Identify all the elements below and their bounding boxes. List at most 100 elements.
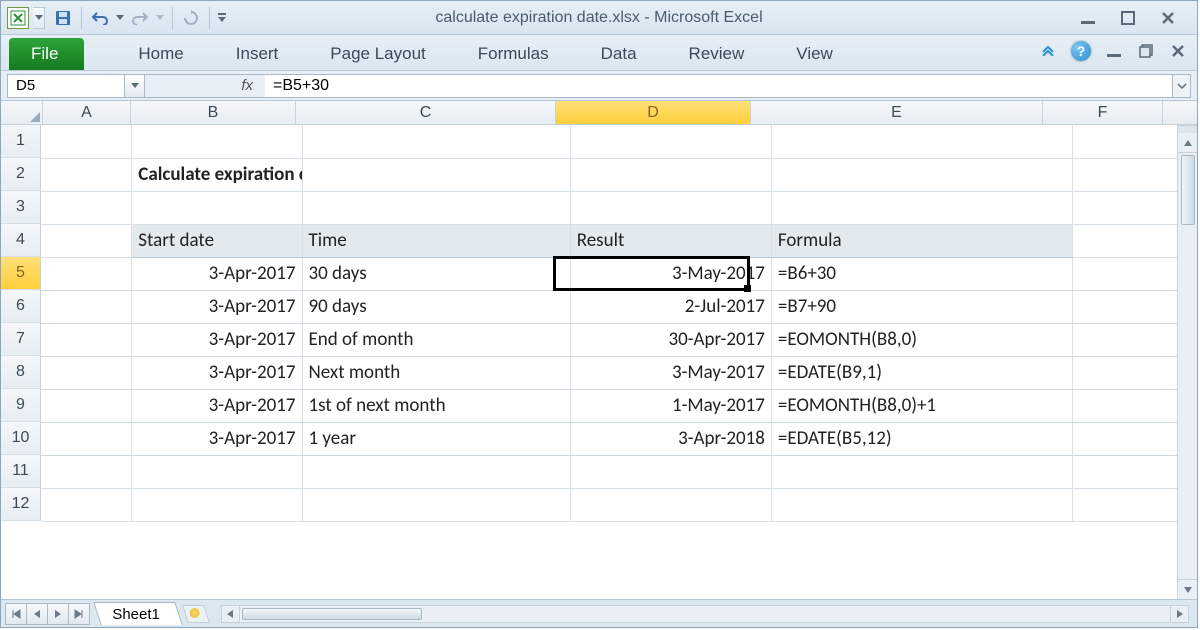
- new-sheet-icon[interactable]: [182, 605, 210, 623]
- undo-dropdown-icon[interactable]: [114, 6, 126, 30]
- undo-icon[interactable]: [88, 6, 112, 30]
- minimize-icon[interactable]: [1079, 9, 1097, 27]
- cell-D7[interactable]: 30-Apr-2017: [570, 323, 771, 356]
- cell-A4[interactable]: [41, 224, 132, 257]
- fx-icon[interactable]: fx: [241, 77, 253, 94]
- cell-D2[interactable]: [570, 158, 771, 191]
- cell-B2[interactable]: Calculate expiration date: [132, 158, 302, 191]
- column-header-e[interactable]: E: [751, 101, 1043, 124]
- cell-D9[interactable]: 1-May-2017: [570, 389, 771, 422]
- cell-D12[interactable]: [570, 488, 771, 521]
- cell-A3[interactable]: [41, 191, 132, 224]
- sheet-nav-next-icon[interactable]: [47, 603, 69, 625]
- column-header-c[interactable]: C: [296, 101, 556, 124]
- horizontal-scroll-thumb[interactable]: [242, 608, 422, 620]
- close-icon[interactable]: [1159, 9, 1177, 27]
- scroll-up-icon[interactable]: [1178, 133, 1197, 153]
- column-header-d[interactable]: D: [556, 101, 751, 124]
- save-icon[interactable]: [51, 6, 75, 30]
- cell-B5[interactable]: 3-Apr-2017: [132, 257, 302, 290]
- tab-insert[interactable]: Insert: [210, 38, 305, 70]
- cell-B8[interactable]: 3-Apr-2017: [132, 356, 302, 389]
- sheet-nav-last-icon[interactable]: [68, 603, 90, 625]
- formula-input[interactable]: =B5+30: [265, 74, 1173, 98]
- select-all-corner[interactable]: [1, 101, 43, 124]
- formula-bar-expand-icon[interactable]: [1173, 74, 1191, 98]
- cell-A6[interactable]: [41, 290, 132, 323]
- cell-B10[interactable]: 3-Apr-2017: [132, 422, 302, 455]
- cell-C7[interactable]: End of month: [302, 323, 570, 356]
- workbook-minimize-icon[interactable]: [1105, 42, 1123, 60]
- scroll-right-icon[interactable]: [1170, 606, 1188, 622]
- maximize-icon[interactable]: [1119, 9, 1137, 27]
- cell-B6[interactable]: 3-Apr-2017: [132, 290, 302, 323]
- sheet-nav-prev-icon[interactable]: [26, 603, 48, 625]
- cell-E10[interactable]: =EDATE(B5,12): [771, 422, 1072, 455]
- column-header-f[interactable]: F: [1043, 101, 1163, 124]
- cell-D6[interactable]: 2-Jul-2017: [570, 290, 771, 323]
- row-header-10[interactable]: 10: [1, 422, 41, 455]
- row-header-1[interactable]: 1: [1, 125, 41, 158]
- cell-C9[interactable]: 1st of next month: [302, 389, 570, 422]
- sheet-nav-first-icon[interactable]: [5, 603, 27, 625]
- vertical-scroll-thumb[interactable]: [1181, 155, 1195, 225]
- qat-customize-icon[interactable]: [216, 6, 228, 30]
- vertical-scrollbar[interactable]: [1177, 125, 1197, 599]
- row-header-4[interactable]: 4: [1, 224, 41, 257]
- row-header-6[interactable]: 6: [1, 290, 41, 323]
- column-header-a[interactable]: A: [43, 101, 131, 124]
- tab-home[interactable]: Home: [112, 38, 209, 70]
- cell-D10[interactable]: 3-Apr-2018: [570, 422, 771, 455]
- cell-A10[interactable]: [41, 422, 132, 455]
- cell-B12[interactable]: [132, 488, 302, 521]
- cell-C2[interactable]: [302, 158, 570, 191]
- file-tab[interactable]: File: [9, 38, 84, 70]
- name-box[interactable]: D5: [7, 74, 125, 98]
- cell-E11[interactable]: [771, 455, 1072, 488]
- cell-E1[interactable]: [771, 125, 1072, 158]
- row-header-5[interactable]: 5: [1, 257, 41, 290]
- cell-B1[interactable]: [132, 125, 302, 158]
- column-header-b[interactable]: B: [131, 101, 296, 124]
- cell-E6[interactable]: =B7+90: [771, 290, 1072, 323]
- cell-E5[interactable]: =B6+30: [771, 257, 1072, 290]
- cell-E7[interactable]: =EOMONTH(B8,0): [771, 323, 1072, 356]
- row-header-8[interactable]: 8: [1, 356, 41, 389]
- help-icon[interactable]: ?: [1071, 41, 1091, 61]
- app-menu-dropdown[interactable]: [33, 7, 45, 29]
- cell-C3[interactable]: [302, 191, 570, 224]
- cells-area[interactable]: Calculate expiration dateStart dateTimeR…: [41, 125, 1197, 599]
- redo-dropdown-icon[interactable]: [154, 6, 166, 30]
- redo-icon[interactable]: [128, 6, 152, 30]
- row-header-9[interactable]: 9: [1, 389, 41, 422]
- tab-review[interactable]: Review: [663, 38, 771, 70]
- cell-C8[interactable]: Next month: [302, 356, 570, 389]
- horizontal-scrollbar[interactable]: [221, 605, 1189, 623]
- excel-app-icon[interactable]: [7, 7, 29, 29]
- name-box-dropdown-icon[interactable]: [125, 74, 145, 98]
- cell-E12[interactable]: [771, 488, 1072, 521]
- row-header-12[interactable]: 12: [1, 488, 41, 521]
- cell-D3[interactable]: [570, 191, 771, 224]
- cell-A1[interactable]: [41, 125, 132, 158]
- row-header-2[interactable]: 2: [1, 158, 41, 191]
- cell-A5[interactable]: [41, 257, 132, 290]
- sheet-tab-sheet1[interactable]: Sheet1: [93, 602, 182, 625]
- cell-E4[interactable]: Formula: [771, 224, 1072, 257]
- scroll-left-icon[interactable]: [222, 606, 240, 622]
- cell-E3[interactable]: [771, 191, 1072, 224]
- tab-data[interactable]: Data: [575, 38, 663, 70]
- cell-B3[interactable]: [132, 191, 302, 224]
- cell-C1[interactable]: [302, 125, 570, 158]
- cell-D4[interactable]: Result: [570, 224, 771, 257]
- cell-C5[interactable]: 30 days: [302, 257, 570, 290]
- cell-E9[interactable]: =EOMONTH(B8,0)+1: [771, 389, 1072, 422]
- row-header-7[interactable]: 7: [1, 323, 41, 356]
- cell-C11[interactable]: [302, 455, 570, 488]
- tab-view[interactable]: View: [770, 38, 859, 70]
- cell-C12[interactable]: [302, 488, 570, 521]
- cell-C10[interactable]: 1 year: [302, 422, 570, 455]
- cell-E8[interactable]: =EDATE(B9,1): [771, 356, 1072, 389]
- tab-page-layout[interactable]: Page Layout: [304, 38, 451, 70]
- workbook-close-icon[interactable]: [1169, 42, 1187, 60]
